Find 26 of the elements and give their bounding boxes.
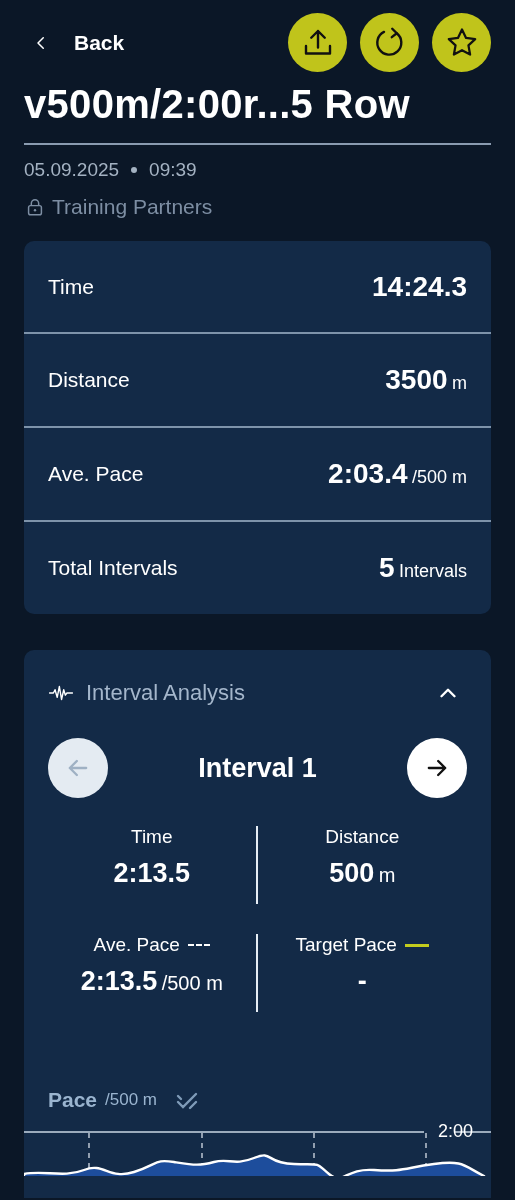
stat-label: Time	[131, 826, 173, 848]
section-title: Interval Analysis	[86, 680, 246, 706]
stat-label: Ave. Pace	[93, 934, 180, 956]
workout-title: v500m/2:00r...5 Row	[24, 82, 411, 127]
stat-value: 5 Intervals	[378, 552, 467, 584]
stat-label: Target Pace	[295, 934, 397, 956]
stat-label: Time	[48, 274, 94, 299]
workout-date: 05.09.2025	[24, 159, 120, 181]
stat-label: Total Intervals	[48, 556, 178, 580]
stat-value: -	[357, 966, 367, 997]
back-button[interactable]: Back	[24, 30, 125, 55]
stat-label: Ave. Pace	[48, 462, 144, 486]
stat-value: 3500 m	[385, 364, 467, 396]
visibility-label: Training Partners	[52, 195, 213, 219]
stat-value: 2:13.5	[113, 858, 191, 889]
stat-value: 2:13.5 /500 m	[80, 966, 223, 997]
stat-label: Distance	[48, 368, 130, 392]
interval-title: Interval 1	[198, 752, 317, 784]
stat-value: 14:24.3	[372, 270, 467, 303]
workout-time: 09:39	[149, 159, 197, 181]
stat-value: 500 m	[329, 858, 396, 889]
stat-value: 2:03.4/500 m	[328, 458, 467, 490]
chart-title: Pace	[48, 1088, 98, 1112]
chart-unit: /500 m	[105, 1090, 158, 1110]
axis-tick-label: 2:00	[437, 1121, 473, 1142]
stat-label: Distance	[325, 826, 400, 848]
